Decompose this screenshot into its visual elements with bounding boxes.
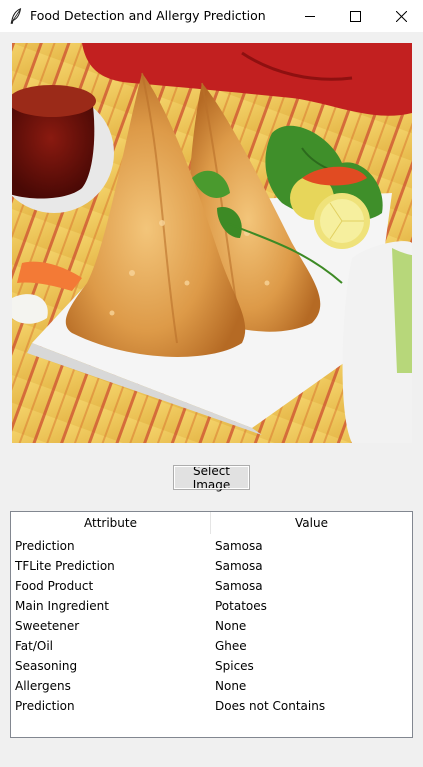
app-window: Food Detection and Allergy Prediction Se…: [0, 0, 423, 767]
row-attribute: TFLite Prediction: [15, 559, 115, 573]
row-attribute: Prediction: [15, 699, 75, 713]
table-row[interactable]: Seasoning Spices: [11, 656, 412, 676]
row-attribute: Seasoning: [15, 659, 78, 673]
row-value: Samosa: [215, 559, 263, 573]
row-attribute: Main Ingredient: [15, 599, 109, 613]
row-value: Potatoes: [215, 599, 267, 613]
select-image-button[interactable]: Select Image: [173, 464, 250, 492]
title-bar[interactable]: Food Detection and Allergy Prediction: [0, 0, 423, 32]
row-value: Spices: [215, 659, 254, 673]
table-row[interactable]: Sweetener None: [11, 616, 412, 636]
row-value: Does not Contains: [215, 699, 326, 713]
close-icon: [395, 7, 407, 26]
feather-icon: [9, 8, 23, 24]
table-header: Attribute Value: [11, 512, 412, 534]
row-attribute: Prediction: [15, 539, 75, 553]
row-attribute: Allergens: [15, 679, 71, 693]
results-table[interactable]: Attribute Value Prediction Samosa TFLite…: [10, 511, 413, 738]
table-row[interactable]: Main Ingredient Potatoes: [11, 596, 412, 616]
table-row[interactable]: Food Product Samosa: [11, 576, 412, 596]
column-header-attribute[interactable]: Attribute: [11, 512, 211, 534]
row-attribute: Food Product: [15, 579, 94, 593]
row-attribute: Fat/Oil: [15, 639, 54, 653]
food-image: [12, 43, 412, 443]
table-row[interactable]: Fat/Oil Ghee: [11, 636, 412, 656]
window-title: Food Detection and Allergy Prediction: [30, 8, 266, 23]
row-value: Samosa: [215, 579, 263, 593]
table-row[interactable]: Allergens None: [11, 676, 412, 696]
samosa-photo: [12, 43, 412, 443]
minimize-button[interactable]: [287, 0, 333, 32]
minimize-icon: [304, 7, 316, 26]
table-row[interactable]: Prediction Does not Contains: [11, 696, 412, 716]
close-button[interactable]: [378, 0, 423, 32]
table-row[interactable]: TFLite Prediction Samosa: [11, 556, 412, 576]
row-attribute: Sweetener: [15, 619, 80, 633]
row-value: Ghee: [215, 639, 247, 653]
table-row[interactable]: Prediction Samosa: [11, 536, 412, 556]
column-header-value[interactable]: Value: [211, 512, 412, 534]
maximize-icon: [349, 7, 361, 26]
row-value: None: [215, 679, 247, 693]
row-value: None: [215, 619, 247, 633]
row-value: Samosa: [215, 539, 263, 553]
maximize-button[interactable]: [332, 0, 378, 32]
